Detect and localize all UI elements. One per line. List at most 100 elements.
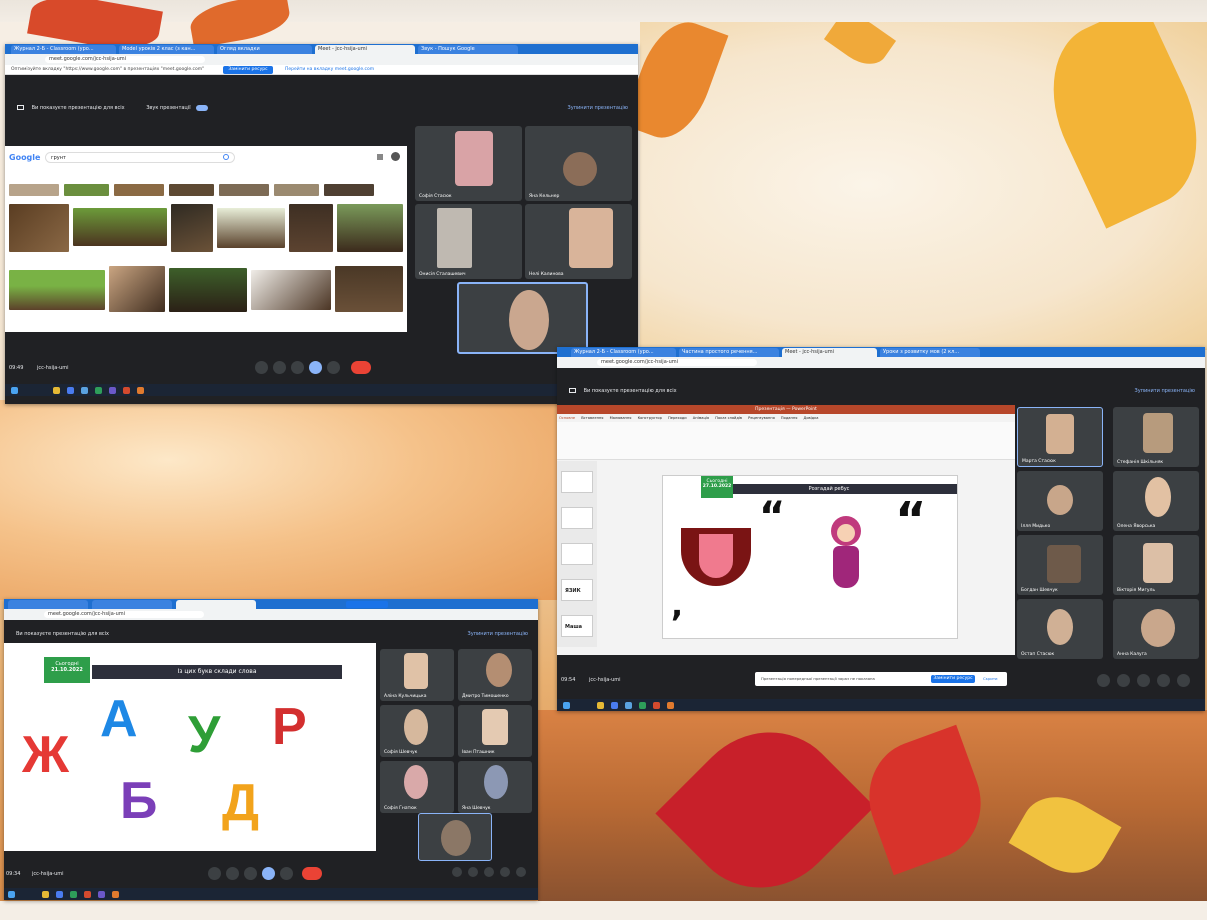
ppt-menu-item[interactable]: Малювання xyxy=(610,416,632,420)
image-result[interactable] xyxy=(251,270,331,310)
ppt-menu-item[interactable]: Рецензування xyxy=(748,416,775,420)
host-controls-button[interactable] xyxy=(1177,674,1190,687)
chat-button[interactable] xyxy=(1137,674,1150,687)
participant-tile[interactable]: Вікторія Мигуль xyxy=(1113,535,1199,595)
chip[interactable] xyxy=(64,184,109,196)
stop-presentation-button[interactable]: Зупинити презентацію xyxy=(468,628,528,640)
camera-button[interactable] xyxy=(226,867,239,880)
stop-presentation-button[interactable]: Зупинити презентацію xyxy=(1135,385,1195,397)
url-field[interactable]: meet.google.com/jcc-hsija-umi xyxy=(44,611,204,618)
slide-thumbnail[interactable] xyxy=(561,471,593,493)
info-button[interactable] xyxy=(452,867,462,877)
participant-tile[interactable]: Дмитро Тимошенко xyxy=(458,649,532,701)
slide-thumbnail[interactable] xyxy=(561,507,593,529)
people-button[interactable] xyxy=(1117,674,1130,687)
participant-tile[interactable]: Онисія Сталашевич xyxy=(415,204,522,279)
people-button[interactable] xyxy=(468,867,478,877)
activities-button[interactable] xyxy=(1157,674,1170,687)
url-field[interactable]: meet.google.com/jcc-hsija-umi xyxy=(45,56,205,63)
chip[interactable] xyxy=(9,184,59,196)
app-icon[interactable] xyxy=(611,702,618,709)
image-result[interactable] xyxy=(169,268,247,312)
app-icon[interactable] xyxy=(95,387,102,394)
switch-tab-link[interactable]: Перейти на вкладку meet.google.com xyxy=(285,65,374,75)
chip[interactable] xyxy=(274,184,319,196)
image-result[interactable] xyxy=(9,204,69,252)
start-icon[interactable] xyxy=(563,702,570,709)
slide-thumbnail[interactable]: ЯЗИК xyxy=(561,579,593,601)
participant-tile[interactable]: Анна Калуга xyxy=(1113,599,1199,659)
chip[interactable] xyxy=(324,184,374,196)
image-result[interactable] xyxy=(289,204,333,252)
replace-source-button[interactable]: Замінити ресурс xyxy=(931,675,975,683)
start-icon[interactable] xyxy=(8,891,15,898)
participant-tile[interactable]: Остап Стасюк xyxy=(1017,599,1103,659)
raise-hand-button[interactable] xyxy=(244,867,257,880)
avatar[interactable] xyxy=(391,152,400,161)
ppt-menu-item[interactable]: Показ слайдів xyxy=(715,416,742,420)
app-icon[interactable] xyxy=(56,891,63,898)
present-button[interactable] xyxy=(262,867,275,880)
host-controls-button[interactable] xyxy=(516,867,526,877)
participant-tile[interactable]: Яна Шевчук xyxy=(458,761,532,813)
browser-tab[interactable]: Журнал 2-Б - Classroom (уро... xyxy=(571,348,676,357)
browser-tab[interactable]: Журнал 2-Б - Classroom (уро... xyxy=(11,45,116,54)
mic-button[interactable] xyxy=(208,867,221,880)
image-result[interactable] xyxy=(337,204,403,252)
app-icon[interactable] xyxy=(625,702,632,709)
leave-call-button[interactable] xyxy=(351,361,371,374)
present-button[interactable] xyxy=(309,361,322,374)
url-field[interactable]: meet.google.com/jcc-hsija-umi xyxy=(597,359,757,366)
participant-tile[interactable]: Яна Кельнер xyxy=(525,126,632,201)
browser-tab[interactable]: Огляд вкладки xyxy=(217,45,312,54)
slide-thumbnail[interactable] xyxy=(561,543,593,565)
image-result[interactable] xyxy=(73,208,167,246)
app-icon[interactable] xyxy=(639,702,646,709)
ppt-menu-item[interactable]: Довідка xyxy=(804,416,819,420)
image-result[interactable] xyxy=(109,266,165,312)
replace-source-button[interactable] xyxy=(346,601,388,608)
ppt-menu-item[interactable]: Конструктор xyxy=(638,416,662,420)
replace-source-button[interactable]: Замінити ресурс xyxy=(223,66,273,74)
app-icon[interactable] xyxy=(84,891,91,898)
browser-tab[interactable]: Звук - Пошук Google xyxy=(418,45,518,54)
participant-tile[interactable]: Богдан Шевчук xyxy=(1017,535,1103,595)
participant-tile[interactable]: Аліна Кульчицька xyxy=(380,649,454,701)
participant-tile[interactable]: Софія Гнатюк xyxy=(380,761,454,813)
camera-button[interactable] xyxy=(273,361,286,374)
app-icon[interactable] xyxy=(137,387,144,394)
search-box[interactable]: грунт xyxy=(45,152,235,163)
app-icon[interactable] xyxy=(123,387,130,394)
ppt-menu-item[interactable]: Основне xyxy=(559,416,575,420)
hide-link[interactable]: Скрити xyxy=(983,672,998,686)
participant-tile[interactable]: Софія Стасюк xyxy=(415,126,522,201)
image-result[interactable] xyxy=(217,208,285,248)
image-result[interactable] xyxy=(335,266,403,312)
chrome-icon[interactable] xyxy=(597,702,604,709)
ppt-menu-item[interactable]: Анімація xyxy=(693,416,709,420)
app-icon[interactable] xyxy=(98,891,105,898)
app-icon[interactable] xyxy=(81,387,88,394)
ppt-menu-item[interactable]: Подання xyxy=(781,416,797,420)
start-icon[interactable] xyxy=(11,387,18,394)
app-icon[interactable] xyxy=(112,891,119,898)
sound-toggle[interactable] xyxy=(196,104,209,111)
raise-hand-button[interactable] xyxy=(291,361,304,374)
browser-tab[interactable] xyxy=(92,600,172,609)
browser-tab[interactable]: Уроки з розвитку мов (2 кл... xyxy=(880,348,980,357)
image-result[interactable] xyxy=(9,270,105,310)
app-icon[interactable] xyxy=(67,387,74,394)
chrome-icon[interactable] xyxy=(53,387,60,394)
search-icon[interactable] xyxy=(223,154,229,160)
app-icon[interactable] xyxy=(667,702,674,709)
chat-button[interactable] xyxy=(484,867,494,877)
app-icon[interactable] xyxy=(70,891,77,898)
participant-tile[interactable]: Ілля Мидько xyxy=(1017,471,1103,531)
leave-call-button[interactable] xyxy=(302,867,322,880)
participant-tile[interactable]: Нелі Калинова xyxy=(525,204,632,279)
participant-tile[interactable]: Іван Пташник xyxy=(458,705,532,757)
ppt-menu-item[interactable]: Переходи xyxy=(668,416,687,420)
chip[interactable] xyxy=(219,184,269,196)
browser-tab-active[interactable]: Meet - jcc-hsija-umi xyxy=(782,348,877,357)
chip[interactable] xyxy=(169,184,214,196)
